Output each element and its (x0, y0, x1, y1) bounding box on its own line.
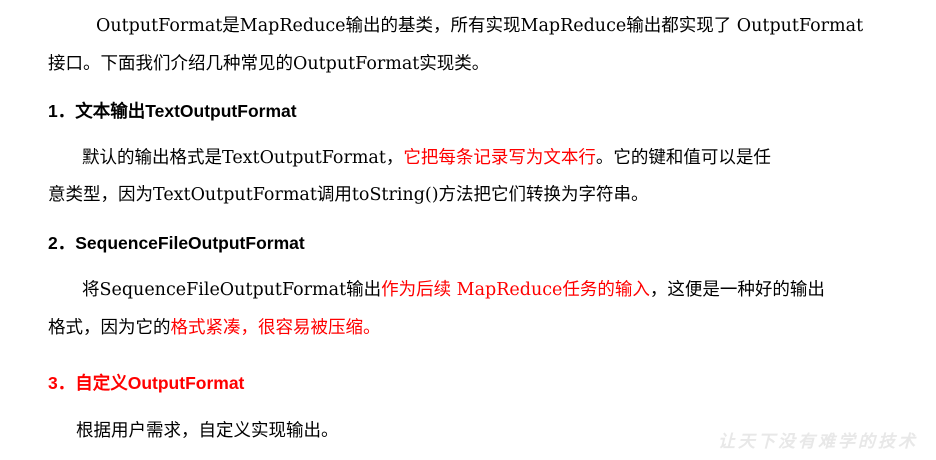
section-2-paragraph-line-1: 将SequenceFileOutputFormat输出作为后续 MapReduc… (82, 278, 825, 302)
section-1-paragraph-line-1: 默认的输出格式是TextOutputFormat，它把每条记录写为文本行。它的键… (82, 146, 771, 170)
intro-line-2: 接口。下面我们介绍几种常见的OutputFormat实现类。 (48, 54, 490, 74)
section-1-text-cont: 。它的键和值可以是任 (595, 148, 771, 168)
section-2-heading: 2．SequenceFileOutputFormat (48, 233, 305, 253)
section-2-text-2: 格式，因为它的 (48, 318, 171, 338)
section-3-paragraph-line-1: 根据用户需求，自定义实现输出。 (76, 421, 339, 441)
section-2-highlight: 作为后续 MapReduce任务的输入 (381, 280, 650, 300)
section-2-text-cont: ，这便是一种好的输出 (649, 280, 825, 300)
section-1-paragraph-line-2: 意类型，因为TextOutputFormat调用toString()方法把它们转… (48, 185, 649, 205)
section-2-paragraph-line-2: 格式，因为它的格式紧凑，很容易被压缩。 (48, 316, 381, 340)
section-2-highlight-2: 格式紧凑，很容易被压缩。 (170, 318, 381, 338)
section-1-heading: 1．文本输出TextOutputFormat (48, 101, 297, 121)
section-1-text: 默认的输出格式是TextOutputFormat， (82, 148, 404, 168)
section-2-text: 将SequenceFileOutputFormat输出 (82, 280, 382, 300)
watermark: 让天下没有难学的技术 (718, 432, 918, 452)
section-3-heading: 3．自定义OutputFormat (48, 373, 245, 393)
intro-line-1: OutputFormat是MapReduce输出的基类，所有实现MapReduc… (96, 16, 864, 36)
section-1-highlight: 它把每条记录写为文本行 (403, 148, 596, 168)
